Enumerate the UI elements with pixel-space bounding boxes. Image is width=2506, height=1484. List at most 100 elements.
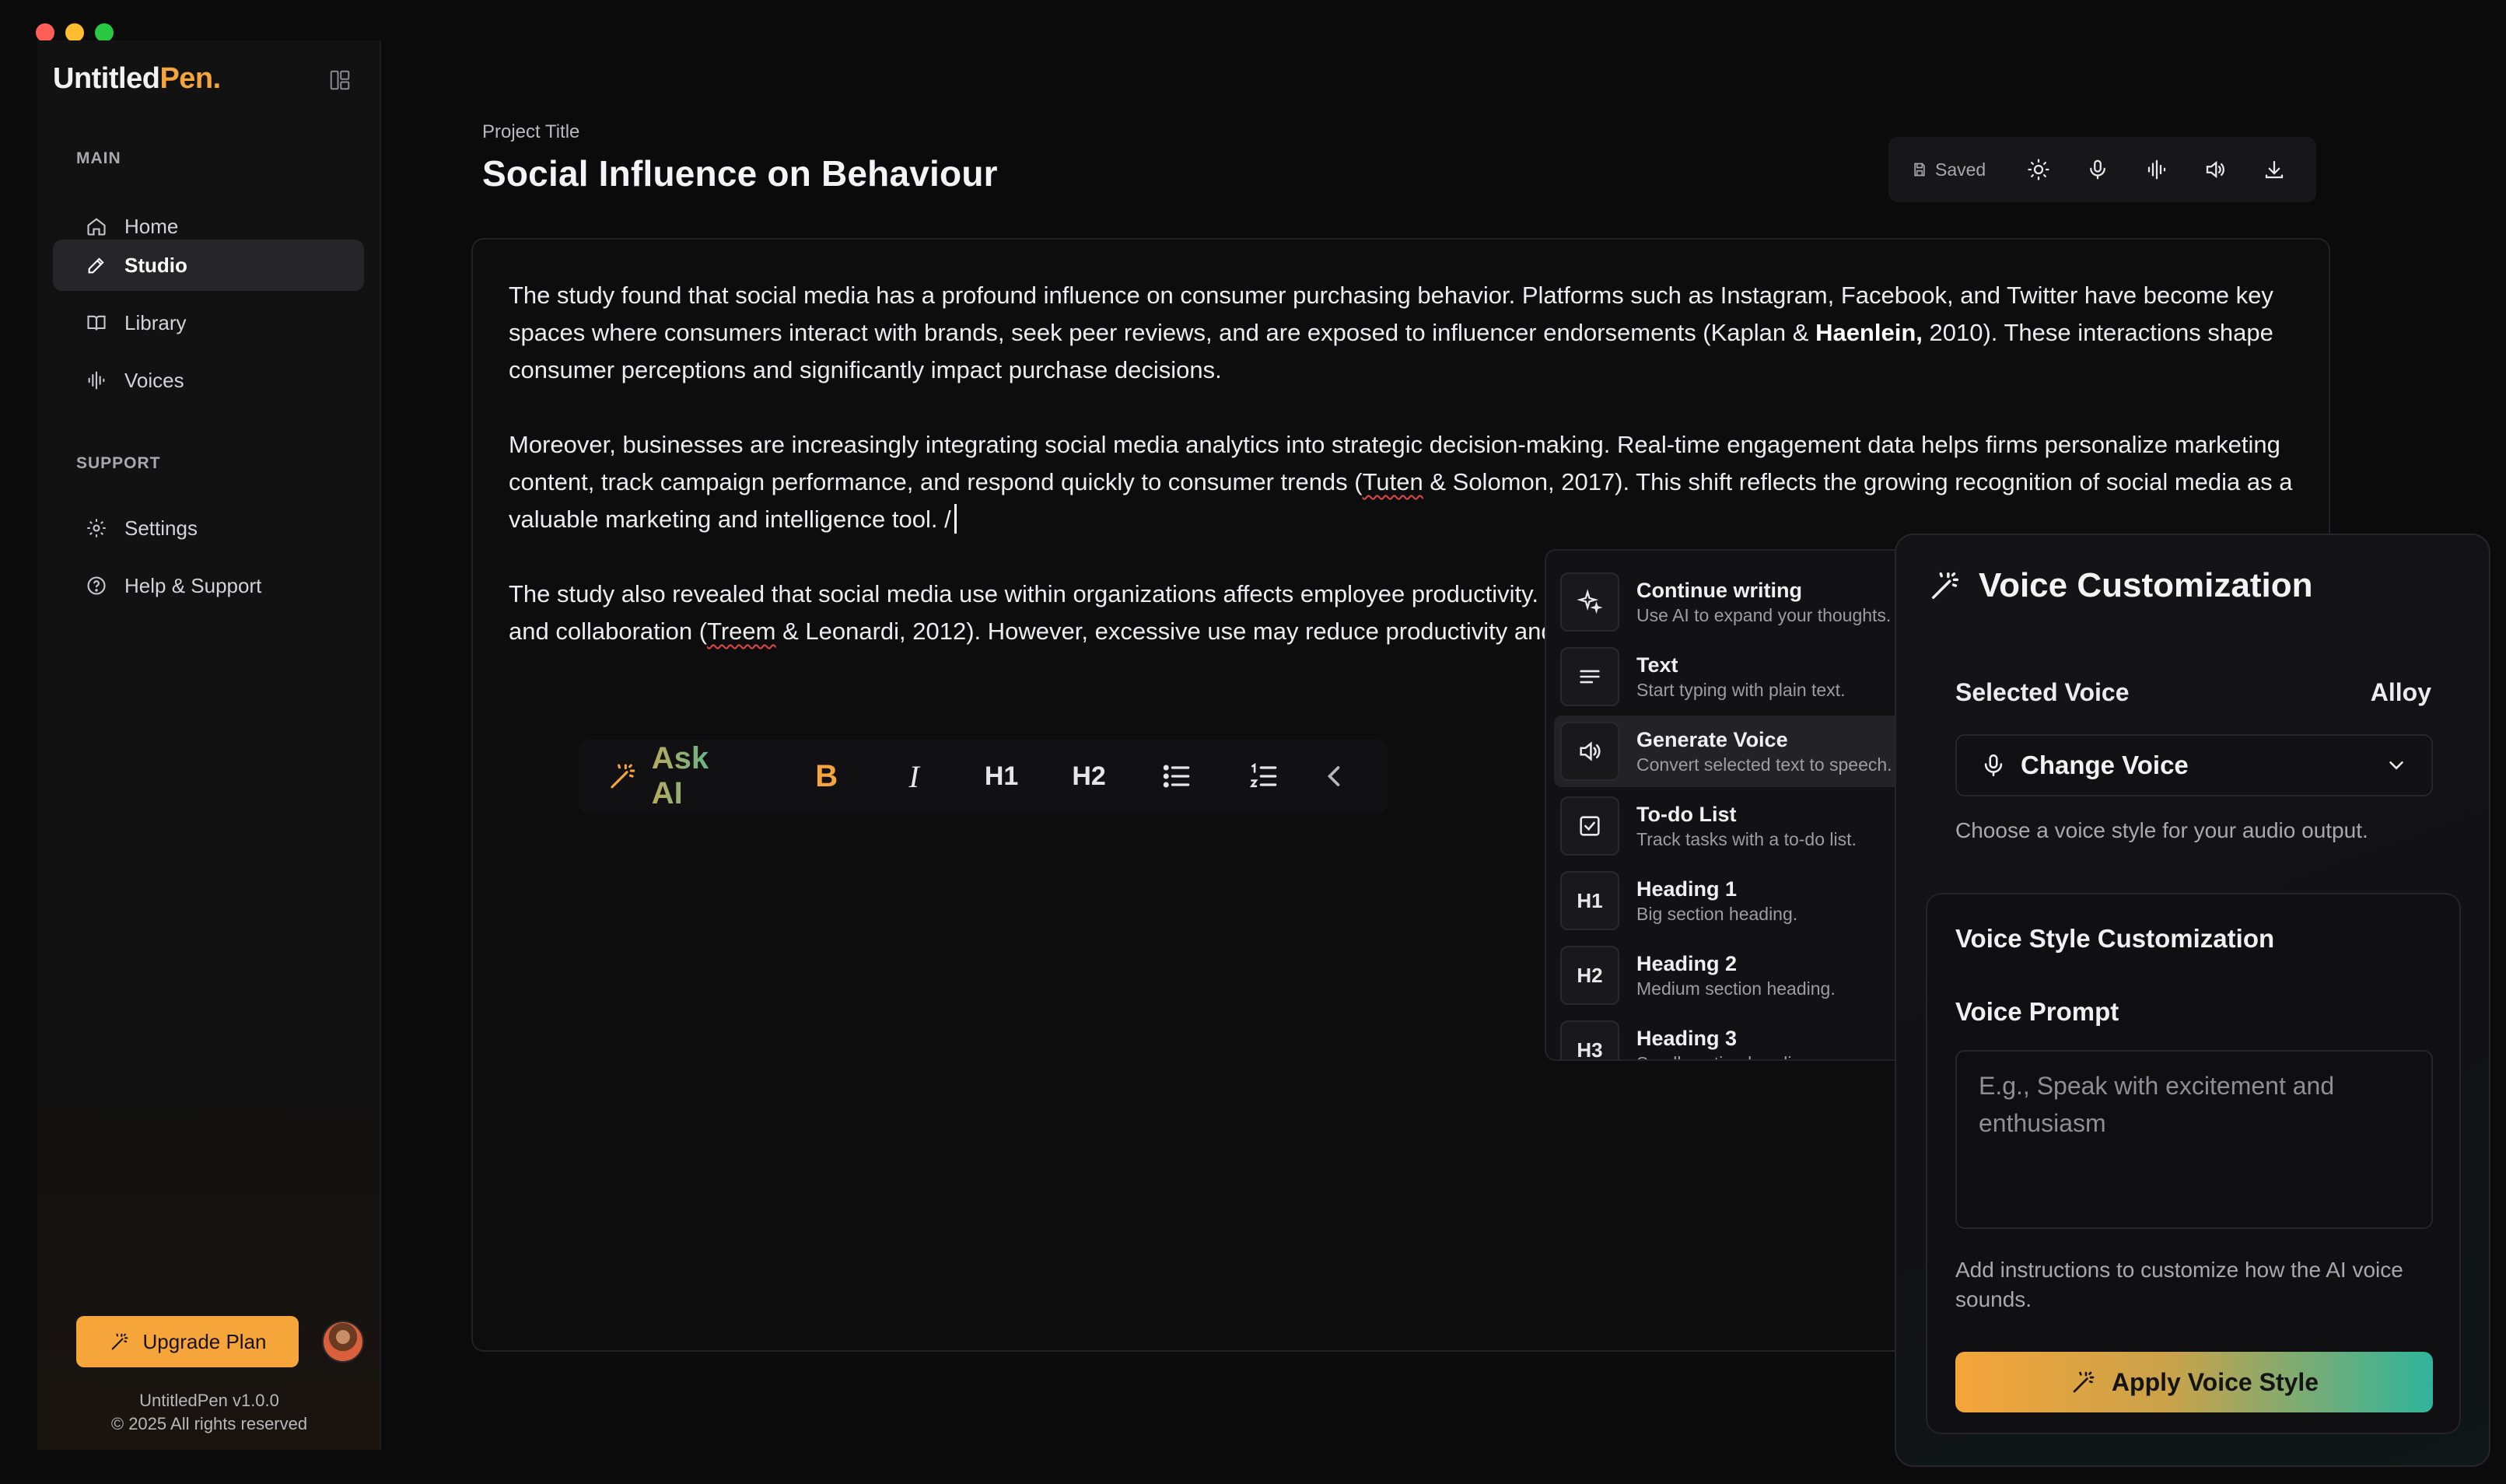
nav-section-main: MAIN (76, 149, 121, 167)
spellcheck-word[interactable]: Tuten (1363, 468, 1423, 495)
apply-voice-style-button[interactable]: Apply Voice Style (1955, 1352, 2433, 1412)
help-icon (87, 576, 106, 595)
sidebar-item-label: Library (124, 310, 187, 334)
change-voice-label: Change Voice (2021, 751, 2189, 779)
menu-item-title: Heading 2 (1636, 952, 1738, 975)
menu-item-desc: Start typing with plain text. (1636, 680, 1846, 700)
floating-format-bar: Ask AI B I H1 H2 (579, 739, 1388, 814)
bullet-list-icon (1163, 765, 1189, 788)
sidebar: UntitledPen. MAIN Home Studio Library Vo… (37, 40, 381, 1450)
voice-customization-panel: Voice Customization Selected Voice Alloy… (1895, 534, 2490, 1467)
menu-item-heading-2[interactable]: H2 Heading 2 Medium section heading. (1554, 940, 1904, 1011)
speaker-icon (1560, 722, 1619, 781)
checkbox-icon (1560, 796, 1619, 856)
sidebar-item-library[interactable]: Library (53, 297, 364, 348)
sidebar-item-label: Settings (124, 516, 198, 540)
home-icon (87, 218, 106, 236)
change-voice-dropdown[interactable]: Change Voice (1955, 734, 2433, 796)
saved-label: Saved (1935, 159, 1986, 180)
voice-style-title: Voice Style Customization (1955, 924, 2275, 953)
sidebar-item-voices[interactable]: Voices (53, 355, 364, 406)
paragraph-1[interactable]: The study found that social media has a … (509, 277, 2298, 389)
sidebar-toggle-icon[interactable] (328, 68, 352, 92)
heading-1-button[interactable]: H1 (957, 749, 1045, 803)
sidebar-item-help[interactable]: Help & Support (53, 560, 364, 611)
window-controls (36, 23, 114, 42)
ask-ai-button[interactable]: Ask AI (607, 741, 742, 811)
chevron-left-icon (1327, 766, 1339, 786)
sidebar-item-settings[interactable]: Settings (53, 502, 364, 554)
bullet-list-button[interactable] (1132, 749, 1220, 803)
menu-item-title: To-do List (1636, 803, 1737, 826)
logo-text-pen: Pen. (159, 62, 221, 95)
sidebar-item-label: Help & Support (124, 573, 262, 597)
menu-item-todo-list[interactable]: To-do List Track tasks with a to-do list. (1554, 790, 1904, 862)
panel-title: Voice Customization (1927, 566, 2312, 605)
maximize-window-button[interactable] (95, 23, 114, 42)
numbered-list-icon (1249, 762, 1277, 788)
nav-section-support: SUPPORT (76, 454, 161, 472)
sidebar-item-studio[interactable]: Studio (53, 240, 364, 291)
sidebar-item-label: Studio (124, 253, 187, 277)
menu-item-title: Continue writing (1636, 579, 1802, 602)
copyright-text: © 2025 All rights reserved (110, 1414, 308, 1433)
book-icon (87, 315, 106, 331)
menu-item-title: Text (1636, 653, 1678, 677)
menu-item-continue-writing[interactable]: Continue writing Use AI to expand your th… (1554, 566, 1904, 638)
waveform-button[interactable] (2127, 146, 2186, 193)
sidebar-item-label: Home (124, 214, 179, 238)
menu-item-desc: Medium section heading. (1636, 978, 1836, 999)
app-logo[interactable]: UntitledPen. (53, 62, 221, 96)
apply-voice-style-label: Apply Voice Style (2111, 1367, 2319, 1396)
upgrade-plan-button[interactable]: Upgrade Plan (76, 1316, 299, 1367)
app-version-info: UntitledPen v1.0.0 © 2025 All rights res… (37, 1389, 381, 1436)
selected-voice-value: Alloy (2370, 678, 2431, 706)
logo-text-untitled: Untitled (53, 62, 160, 95)
download-icon (2265, 160, 2284, 179)
heading-2-button[interactable]: H2 (1045, 749, 1132, 803)
menu-item-desc: Small section heading. (1636, 1052, 1816, 1059)
speaker-button[interactable] (2186, 146, 2245, 193)
panel-title-text: Voice Customization (1979, 566, 2313, 604)
microphone-icon (1984, 754, 2003, 777)
menu-item-text[interactable]: Text Start typing with plain text. (1554, 641, 1904, 712)
user-avatar[interactable] (322, 1321, 364, 1363)
numbered-list-button[interactable] (1220, 749, 1307, 803)
microphone-button[interactable] (2068, 146, 2127, 193)
selected-voice-label: Selected Voice (1955, 678, 2130, 706)
upgrade-plan-label: Upgrade Plan (142, 1329, 267, 1353)
heading-3-icon: H3 (1560, 1020, 1619, 1059)
microphone-icon (2089, 159, 2105, 180)
paragraph-2[interactable]: Moreover, businesses are increasingly in… (509, 426, 2298, 538)
page-title[interactable]: Social Influence on Behaviour (482, 152, 998, 194)
editor-toolbar: Saved (1888, 137, 2316, 202)
download-button[interactable] (2245, 146, 2304, 193)
heading-2-icon: H2 (1560, 946, 1619, 1005)
app-window: UntitledPen. MAIN Home Studio Library Vo… (0, 0, 2506, 1484)
magic-wand-icon (111, 1333, 128, 1350)
magic-wand-icon (611, 764, 635, 789)
bold-button[interactable]: B (782, 749, 870, 803)
voice-instructions-text: Add instructions to customize how the AI… (1955, 1258, 2403, 1311)
menu-item-desc: Big section heading. (1636, 904, 1798, 924)
sidebar-item-label: Voices (124, 368, 184, 392)
close-window-button[interactable] (36, 23, 54, 42)
waveform-icon (2147, 159, 2165, 180)
italic-button[interactable]: I (870, 749, 957, 803)
menu-item-generate-voice[interactable]: Generate Voice Convert selected text to s… (1554, 716, 1904, 787)
menu-item-desc: Track tasks with a to-do list. (1636, 829, 1857, 849)
theme-toggle-button[interactable] (2009, 146, 2068, 193)
sun-icon (2028, 159, 2049, 180)
minimize-window-button[interactable] (65, 23, 84, 42)
menu-item-title: Generate Voice (1636, 728, 1788, 751)
menu-item-heading-1[interactable]: H1 Heading 1 Big section heading. (1554, 865, 1904, 936)
spellcheck-word[interactable]: Treem (707, 618, 775, 645)
project-title-label: Project Title (482, 121, 580, 142)
chevron-down-icon (2389, 761, 2403, 770)
text-lines-icon (1560, 647, 1619, 706)
collapse-toolbar-button[interactable] (1307, 749, 1360, 803)
voice-prompt-label: Voice Prompt (1955, 997, 2119, 1026)
menu-item-heading-3[interactable]: H3 Heading 3 Small section heading. (1554, 1014, 1904, 1059)
slash-command-menu: Continue writing Use AI to expand your th… (1545, 549, 1910, 1061)
voice-prompt-input[interactable] (1955, 1050, 2433, 1229)
